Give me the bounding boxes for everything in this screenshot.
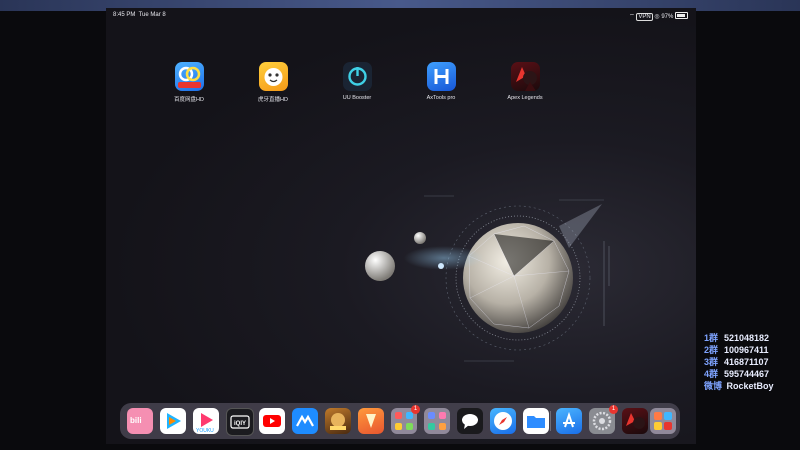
status-time: 8:45 PM bbox=[113, 12, 136, 18]
group-row: 1群 521048182 bbox=[704, 333, 770, 343]
app-store-icon[interactable] bbox=[556, 408, 582, 434]
status-time-date: 8:45 PM Tue Mar 8 bbox=[113, 12, 166, 18]
screen: 8:45 PM Tue Mar 8 ⌔ VPN ◎ 97% 百度网盘HD 虎牙直… bbox=[0, 0, 800, 450]
wallpaper-sphere-graphic bbox=[365, 195, 610, 362]
folder-badge: 1 bbox=[411, 405, 420, 414]
settings-icon[interactable]: 1 bbox=[589, 405, 618, 434]
app-huya-live[interactable]: 虎牙直播HD bbox=[243, 62, 303, 103]
app-library-icon[interactable] bbox=[650, 408, 676, 434]
group-row: 2群 100967411 bbox=[704, 345, 769, 355]
group-numbers-overlay: 1群 521048182 2群 100967411 3群 416871107 4群 59… bbox=[704, 331, 800, 391]
iqiyi-icon[interactable]: iQIY bbox=[226, 408, 254, 436]
app-label: 虎牙直播HD bbox=[258, 97, 288, 103]
app-baidu-netdisk[interactable]: 百度网盘HD bbox=[159, 62, 219, 103]
app-apex-legends[interactable]: Apex Legends bbox=[495, 62, 555, 101]
safari-icon[interactable] bbox=[490, 408, 516, 434]
app-label: Apex Legends bbox=[507, 95, 543, 101]
axtools-icon bbox=[426, 62, 456, 91]
app-label: AxTools pro bbox=[426, 95, 456, 101]
wifi-icon: ⌔ bbox=[629, 14, 635, 20]
battery-percent: 97% bbox=[661, 14, 674, 20]
uu-booster-icon bbox=[342, 62, 372, 91]
app-uu-booster[interactable]: UU Booster bbox=[327, 62, 387, 101]
folder-icon[interactable]: 1 bbox=[391, 405, 420, 434]
huya-live-icon bbox=[258, 62, 288, 91]
baidu-netdisk-icon bbox=[174, 62, 204, 91]
status-right: ⌔ VPN ◎ 97% bbox=[629, 12, 688, 21]
ipad-home-screen: 8:45 PM Tue Mar 8 ⌔ VPN ◎ 97% 百度网盘HD 虎牙直… bbox=[106, 8, 696, 444]
orientation-lock-icon: ◎ bbox=[654, 14, 660, 20]
vpn-icon: VPN bbox=[636, 13, 653, 21]
app-label: UU Booster bbox=[342, 95, 372, 101]
group-row: 4群 595744467 bbox=[704, 369, 770, 379]
bilibili-icon[interactable]: bili bbox=[127, 408, 153, 434]
svg-text:bili: bili bbox=[130, 416, 142, 425]
status-date: Tue Mar 8 bbox=[138, 12, 166, 18]
files-icon[interactable] bbox=[523, 408, 549, 434]
svg-text:YOUKU: YOUKU bbox=[196, 428, 214, 434]
settings-badge: 1 bbox=[609, 405, 618, 414]
tencent-video-icon[interactable] bbox=[160, 408, 186, 434]
apex-legends-dock-icon[interactable] bbox=[622, 408, 648, 434]
app-label: 百度网盘HD bbox=[174, 97, 204, 103]
honor-of-kings-icon[interactable] bbox=[358, 408, 384, 434]
dock-separator bbox=[550, 411, 551, 431]
dock: bili YOUKU iQIY 1 1 bbox=[120, 403, 680, 439]
apex-legends-icon bbox=[510, 62, 540, 91]
game-icon[interactable] bbox=[325, 408, 351, 434]
group-row: 3群 416871107 bbox=[704, 357, 769, 367]
youku-icon[interactable]: YOUKU bbox=[193, 408, 219, 434]
messages-icon[interactable] bbox=[457, 408, 483, 434]
svg-text:iQIY: iQIY bbox=[234, 421, 246, 427]
baidu-input-icon[interactable] bbox=[292, 408, 318, 434]
weibo-row: 微博 RocketBoy bbox=[704, 381, 774, 391]
youtube-icon[interactable] bbox=[259, 408, 285, 434]
folder-icon-2[interactable] bbox=[424, 408, 450, 434]
battery-icon bbox=[675, 12, 688, 19]
app-axtools[interactable]: AxTools pro bbox=[411, 62, 471, 101]
